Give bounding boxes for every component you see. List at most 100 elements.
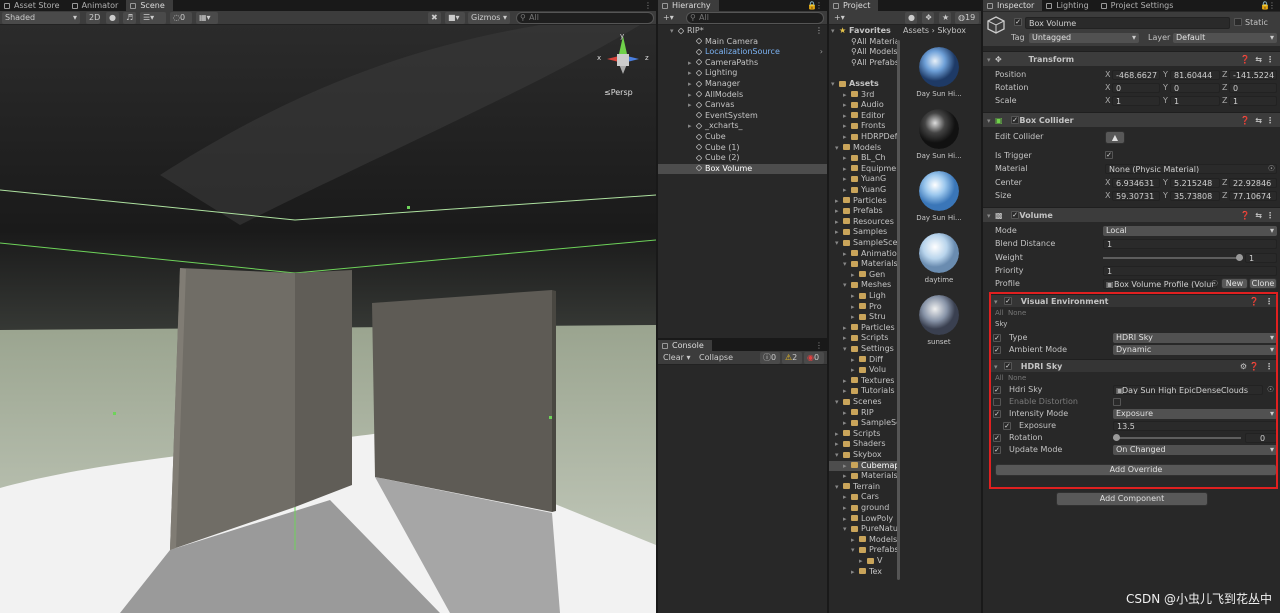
chevron-right-icon[interactable]: ▸ — [843, 249, 851, 260]
project-folder[interactable]: ▸ Tutorials — [829, 386, 897, 397]
blend-distance-field[interactable]: 1 — [1103, 238, 1277, 249]
favorite-star-icon[interactable]: ★ — [939, 12, 951, 24]
project-folder[interactable]: ▸ LowPoly — [829, 514, 897, 525]
project-folder[interactable]: ▾ PureNature — [829, 524, 897, 535]
volume-enabled-checkbox[interactable]: ✓ — [1011, 211, 1019, 219]
chevron-right-icon[interactable]: ▸ — [843, 492, 851, 503]
rotation-z[interactable]: 0 — [1229, 82, 1277, 93]
info-count-toggle[interactable]: ⓘ0 — [760, 352, 780, 364]
project-folder[interactable]: ▸ Editor — [829, 111, 897, 122]
project-folder[interactable]: ▸ Textures — [829, 376, 897, 387]
tab-project-settings[interactable]: Project Settings — [1097, 0, 1182, 11]
box-collider-header[interactable]: ▾ ▣ ✓ Box Collider ❓ ⇆ ⋮ — [983, 112, 1280, 127]
project-folder[interactable]: ▸ Models — [829, 535, 897, 546]
center-z[interactable]: 22.92846 — [1229, 177, 1277, 188]
chevron-right-icon[interactable]: ▸ — [843, 471, 851, 482]
weight-field[interactable]: 1 — [1245, 252, 1277, 263]
chevron-right-icon[interactable]: ▸ — [843, 461, 851, 472]
tab-inspector[interactable]: Inspector — [983, 0, 1043, 11]
weight-slider-track[interactable] — [1103, 257, 1243, 259]
project-scrollbar[interactable] — [897, 40, 900, 580]
position-y[interactable]: 81.60444 — [1170, 69, 1220, 80]
project-folder[interactable]: ▾ Prefabs — [829, 545, 897, 556]
chevron-down-icon[interactable]: ▾ — [835, 450, 843, 461]
tab-animator[interactable]: Animator — [68, 0, 127, 11]
scene-tab-menu-icon[interactable]: ⋮ — [644, 0, 652, 11]
scene-menu-icon[interactable]: ⋮ — [815, 26, 823, 37]
new-profile-button[interactable]: New — [1221, 278, 1248, 289]
rotation-x[interactable]: 0 — [1112, 82, 1160, 93]
chevron-right-icon[interactable]: ▸ — [843, 164, 851, 175]
tag-dropdown[interactable]: Untagged — [1029, 33, 1139, 43]
project-folder[interactable]: ▸ Cars — [829, 492, 897, 503]
position-x[interactable]: -468.6627 — [1112, 69, 1160, 80]
scale-y[interactable]: 1 — [1170, 95, 1220, 106]
edit-collider-button[interactable]: ▲ — [1105, 131, 1125, 144]
project-folder[interactable]: ▸ YuanG — [829, 174, 897, 185]
project-folder[interactable]: ▸ Diff — [829, 355, 897, 366]
chevron-right-icon[interactable]: ▸ — [851, 567, 859, 578]
chevron-down-icon[interactable]: ▾ — [835, 482, 843, 493]
filter-type-icon[interactable]: ● — [905, 12, 917, 24]
assets-root[interactable]: ▾ Assets — [829, 79, 897, 90]
project-folder[interactable]: ▸ Resources — [829, 217, 897, 228]
chevron-right-icon[interactable]: ▸ — [843, 323, 851, 334]
shading-mode-dropdown[interactable]: Shaded ▾ — [2, 12, 80, 24]
scene-root[interactable]: ▾ RIP* ⋮ — [658, 26, 827, 37]
project-folder[interactable]: ▸ Particles — [829, 323, 897, 334]
project-folder[interactable]: ▸ Equipment — [829, 164, 897, 175]
add-component-button[interactable]: Add Component — [1056, 492, 1208, 506]
chevron-down-icon[interactable]: ▾ — [843, 344, 851, 355]
create-asset-button[interactable]: +▾ — [831, 12, 851, 24]
chevron-right-icon[interactable]: ▸ — [843, 185, 851, 196]
effects-dropdown-icon[interactable]: ☰▾ — [140, 12, 166, 24]
tab-asset-store[interactable]: Asset Store — [0, 0, 68, 11]
chevron-right-icon[interactable]: ▸ — [859, 556, 867, 567]
component-menu-icon[interactable]: ⋮ — [1266, 113, 1274, 128]
visible-count-toggle[interactable]: ◍19 — [955, 12, 979, 24]
project-folder[interactable]: ▸ BL_Ch — [829, 153, 897, 164]
chevron-right-icon[interactable]: ▸ — [843, 503, 851, 514]
chevron-down-icon[interactable]: ▾ — [835, 143, 843, 154]
hierarchy-item[interactable]: Cube (1) — [658, 143, 827, 154]
help-icon[interactable]: ❓ — [1240, 113, 1250, 128]
gizmos-dropdown[interactable]: Gizmos ▾ — [468, 12, 510, 24]
project-folder[interactable]: ▸ Stru — [829, 312, 897, 323]
physic-material-field[interactable]: None (Physic Material) — [1105, 163, 1277, 174]
project-folder[interactable]: ▸ V — [829, 556, 897, 567]
chevron-right-icon[interactable]: ▸ — [843, 514, 851, 525]
project-folder[interactable]: ▸ HDRPDefaultResources — [829, 132, 897, 143]
chevron-right-icon[interactable]: ▸ — [843, 100, 851, 111]
console-menu-icon[interactable]: ⋮ — [815, 340, 823, 351]
asset-thumbnail[interactable] — [919, 109, 959, 149]
center-y[interactable]: 5.215248 — [1170, 177, 1220, 188]
chevron-down-icon[interactable]: ▾ — [843, 259, 851, 270]
chevron-right-icon[interactable]: ▸ — [843, 90, 851, 101]
chevron-right-icon[interactable]: ▸ — [835, 227, 843, 238]
weight-slider-handle[interactable] — [1236, 254, 1243, 261]
chevron-right-icon[interactable]: ▸ — [843, 174, 851, 185]
chevron-right-icon[interactable]: ▸ — [843, 418, 851, 429]
inspector-menu-icon[interactable]: ⋮ — [1268, 0, 1276, 11]
project-folder[interactable]: ▾ Settings — [829, 344, 897, 355]
volume-header[interactable]: ▾ ▩ ✓ Volume ❓ ⇆ ⋮ — [983, 207, 1280, 222]
layer-dropdown[interactable]: Default — [1173, 33, 1277, 43]
hierarchy-item[interactable]: EventSystem — [658, 111, 827, 122]
audio-toggle-icon[interactable]: ♬ — [123, 12, 136, 24]
tools-icon[interactable]: ✖ — [428, 12, 441, 24]
orientation-gizmo[interactable]: y x z — [595, 32, 655, 88]
lighting-toggle-icon[interactable]: ● — [106, 12, 119, 24]
hierarchy-item[interactable]: Cube (2) — [658, 153, 827, 164]
scene-viewport[interactable] — [0, 25, 656, 613]
hierarchy-item[interactable]: ▸ Manager — [658, 79, 827, 90]
chevron-down-icon[interactable]: ▾ — [843, 524, 851, 535]
chevron-right-icon[interactable]: ▸ — [843, 121, 851, 132]
chevron-down-icon[interactable]: ▾ — [843, 280, 851, 291]
favorite-item[interactable]: ⚲All Materials — [829, 37, 897, 48]
project-folder[interactable]: ▸ Scripts — [829, 333, 897, 344]
grid-toggle-icon[interactable]: ▦▾ — [196, 12, 218, 24]
chevron-right-icon[interactable]: ▸ — [835, 196, 843, 207]
project-folder[interactable]: ▸ Tex — [829, 567, 897, 578]
chevron-right-icon[interactable]: ▸ — [835, 439, 843, 450]
chevron-right-icon[interactable]: ▸ — [843, 386, 851, 397]
